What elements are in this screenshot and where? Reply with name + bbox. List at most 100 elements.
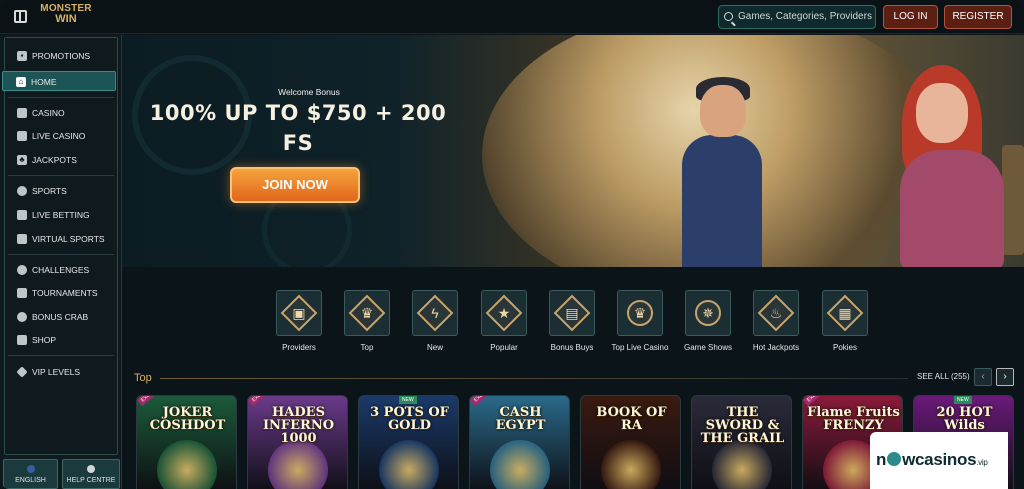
category-providers[interactable]: ▣ Providers: [270, 290, 328, 370]
sidebar-item-live-casino[interactable]: LIVE CASINO: [6, 126, 116, 146]
sidebar-item-casino[interactable]: CASINO: [6, 103, 116, 123]
help-centre-button[interactable]: HELP CENTRE: [62, 459, 120, 489]
search-icon: [724, 12, 733, 21]
category-label: Bonus Buys: [550, 343, 594, 352]
category-tile: ★: [481, 290, 527, 336]
game-title: THE SWORD & THE GRAIL: [700, 405, 785, 446]
category-label: Popular: [490, 343, 518, 352]
category-hot-jackpots[interactable]: ♨ Hot Jackpots: [747, 290, 805, 370]
search-placeholder: Games, Categories, Providers: [738, 11, 872, 22]
sidebar-item-label: BONUS CRAB: [32, 312, 89, 322]
hero-banner[interactable]: Welcome Bonus 100% UP TO $750 + 200 FS J…: [122, 35, 1024, 267]
bonus-line-2: FS: [282, 131, 314, 155]
category-bonus-buys[interactable]: ▤ Bonus Buys: [543, 290, 601, 370]
chest-icon: ▤: [565, 305, 579, 321]
help-label: HELP CENTRE: [66, 477, 116, 484]
game-tile[interactable]: CASH EGYPTEXCLUSIVE: [469, 395, 570, 489]
sidebar-item-virtual-sports[interactable]: VIRTUAL SPORTS: [6, 229, 116, 249]
category-top[interactable]: ♛ Top: [338, 290, 396, 370]
top-bar: MONSTER WIN Games, Categories, Providers…: [0, 0, 1024, 34]
sidebar-item-label: PROMOTIONS: [32, 51, 91, 61]
sidebar-item-bonus-crab[interactable]: BONUS CRAB: [6, 307, 116, 327]
bonus-headline: 100% UP TO $750 + 200 FS: [148, 98, 448, 158]
crab-icon: [17, 312, 27, 322]
search-input[interactable]: Games, Categories, Providers: [718, 5, 876, 29]
login-button[interactable]: LOG IN: [883, 5, 938, 29]
game-art: [601, 440, 661, 489]
app-window: MONSTER WIN Games, Categories, Providers…: [0, 0, 1024, 489]
flag-icon: [26, 465, 35, 473]
category-tile: ▤: [549, 290, 595, 336]
game-art: [712, 440, 772, 489]
category-tile: ϟ: [412, 290, 458, 336]
sidebar-item-label: SHOP: [32, 335, 57, 345]
sidebar-item-shop[interactable]: SHOP: [6, 330, 116, 350]
sidebar-item-label: CHALLENGES: [32, 265, 90, 275]
sidebar-item-label: LIVE BETTING: [32, 210, 90, 220]
see-all-link[interactable]: SEE ALL (255): [917, 372, 970, 381]
game-art: [490, 440, 550, 489]
help-icon: [87, 465, 95, 473]
monitor-icon: [17, 234, 27, 244]
sidebar-item-label: VIRTUAL SPORTS: [32, 234, 105, 244]
game-badge: EXCLUSIVE: [470, 396, 502, 407]
sidebar-item-jackpots[interactable]: ♣ JACKPOTS: [6, 150, 116, 170]
game-title: 20 HOT Wilds: [936, 405, 993, 433]
carousel-prev-button[interactable]: ‹: [974, 368, 992, 386]
chip-icon: ♛: [633, 305, 647, 321]
section-divider: [160, 378, 908, 379]
logo-line2: WIN: [55, 13, 77, 25]
game-title: 3 POTS OF GOLD: [370, 405, 449, 433]
sidebar-item-label: JACKPOTS: [32, 155, 77, 165]
lightning-icon: ϟ: [431, 305, 439, 321]
category-top-live-casino[interactable]: ♛ Top Live Casino: [611, 290, 669, 370]
register-button[interactable]: REGISTER: [944, 5, 1012, 29]
brand-logo[interactable]: MONSTER WIN: [40, 4, 92, 30]
category-new[interactable]: ϟ New: [406, 290, 464, 370]
game-tile[interactable]: JOKER COSHDOTEXCLUSIVE: [136, 395, 237, 489]
sidebar-item-label: CASINO: [32, 108, 65, 118]
sidebar-divider: [8, 254, 114, 255]
sidebar-item-challenges[interactable]: CHALLENGES: [6, 260, 116, 280]
sidebar-item-promotions[interactable]: ▪ PROMOTIONS: [6, 46, 116, 66]
game-art: [379, 440, 439, 489]
sidebar-divider: [8, 355, 114, 356]
game-tile[interactable]: THE SWORD & THE GRAIL: [691, 395, 792, 489]
category-tile: ♛: [344, 290, 390, 336]
chevron-right-icon: ›: [1003, 371, 1007, 382]
sidebar-item-home[interactable]: ⌂ HOME: [2, 71, 116, 91]
cards-icon: [17, 131, 27, 141]
star-icon: ★: [497, 305, 511, 321]
flame-icon: ♨: [769, 305, 783, 321]
game-title: JOKER COSHDOT: [149, 405, 226, 433]
category-label: Top Live Casino: [611, 343, 669, 352]
sidebar-item-label: HOME: [31, 77, 57, 87]
female-character-illustration: [882, 65, 1022, 267]
sidebar: ▪ PROMOTIONS ⌂ HOME CASINO LIVE CASINO ♣…: [0, 35, 122, 489]
game-badge: NEW: [954, 396, 972, 404]
bonus-line-1: 100% UP TO $750 + 200: [149, 101, 447, 125]
sidebar-item-label: VIP LEVELS: [32, 367, 81, 377]
category-game-shows[interactable]: ✵ Game Shows: [679, 290, 737, 370]
sidebar-item-sports[interactable]: SPORTS: [6, 181, 116, 201]
category-popular[interactable]: ★ Popular: [475, 290, 533, 370]
category-label: Pokies: [832, 343, 857, 352]
sidebar-item-live-betting[interactable]: LIVE BETTING: [6, 205, 116, 225]
carousel-next-button[interactable]: ›: [996, 368, 1014, 386]
language-button[interactable]: ENGLISH: [3, 459, 58, 489]
game-tile[interactable]: HADES INFERNO 1000EXCLUSIVE: [247, 395, 348, 489]
join-now-button[interactable]: JOIN NOW: [230, 167, 360, 203]
sidebar-toggle-icon[interactable]: [14, 10, 27, 23]
sidebar-item-tournaments[interactable]: TOURNAMENTS: [6, 283, 116, 303]
game-tile[interactable]: 3 POTS OF GOLD NEW: [358, 395, 459, 489]
male-character-illustration: [652, 77, 782, 267]
category-label: Game Shows: [683, 343, 733, 352]
sidebar-item-vip-levels[interactable]: VIP LEVELS: [6, 362, 116, 382]
category-label: Top: [360, 343, 374, 352]
category-tile: ✵: [685, 290, 731, 336]
category-pokies[interactable]: ▦ Pokies: [816, 290, 874, 370]
home-icon: ⌂: [16, 77, 26, 87]
game-tile[interactable]: BOOK OF RA: [580, 395, 681, 489]
category-tile: ♛: [617, 290, 663, 336]
ball-icon: [17, 186, 27, 196]
